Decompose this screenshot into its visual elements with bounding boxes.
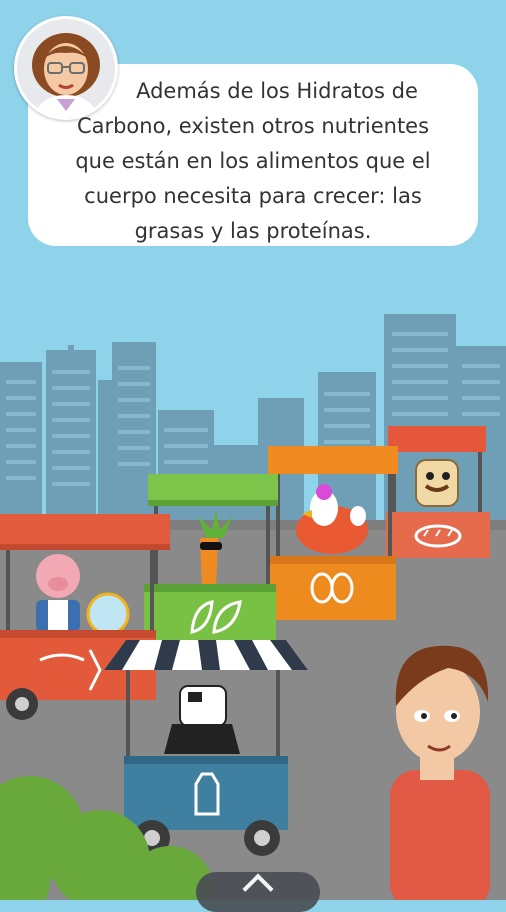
teacher-portrait	[17, 19, 115, 117]
teacher-avatar-icon	[14, 16, 118, 120]
dialog-text: Además de los Hidratos de Carbono, exist…	[75, 79, 431, 243]
scroll-up-handle[interactable]	[196, 872, 320, 912]
